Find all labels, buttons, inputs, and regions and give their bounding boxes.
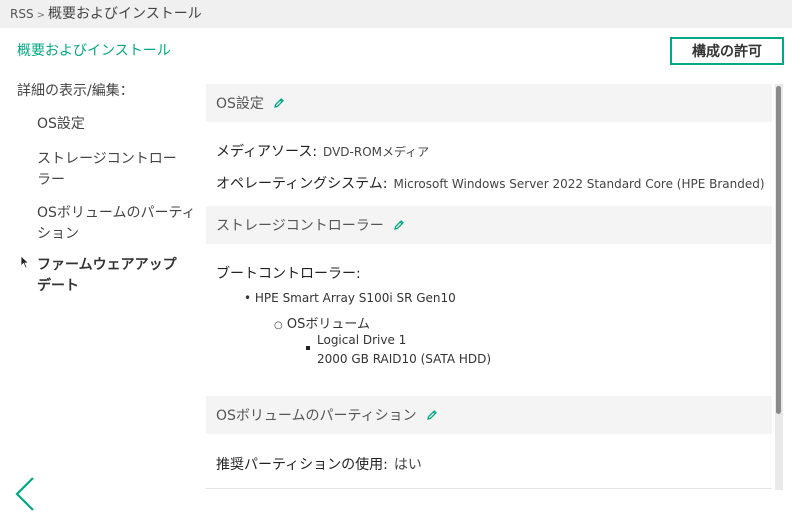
breadcrumb: RSS > 概要およびインストール bbox=[0, 0, 792, 28]
pencil-icon[interactable] bbox=[426, 409, 438, 421]
sidebar-heading: 詳細の表示/編集： bbox=[17, 83, 134, 99]
scrollbar-thumb[interactable] bbox=[776, 86, 781, 414]
boot-controller-label: ブートコントローラー: bbox=[216, 266, 361, 282]
breadcrumb-root[interactable]: RSS bbox=[10, 7, 34, 21]
chevron-left-icon[interactable] bbox=[14, 476, 36, 516]
pencil-icon[interactable] bbox=[273, 97, 285, 109]
scrollbar[interactable] bbox=[775, 84, 783, 490]
bullet-circle-icon: ○ bbox=[274, 320, 283, 331]
mouse-pointer-icon bbox=[20, 254, 30, 273]
operating-system-row: オペレーティングシステム: Microsoft Windows Server 20… bbox=[216, 173, 765, 193]
pencil-icon[interactable] bbox=[393, 219, 405, 231]
divider bbox=[206, 488, 772, 489]
breadcrumb-current: 概要およびインストール bbox=[47, 6, 202, 22]
sidebar-item-storage-controller[interactable]: ストレージコントローラー bbox=[37, 149, 187, 191]
page-title: 概要およびインストール bbox=[17, 43, 171, 59]
controller-list-item: • HPE Smart Array S100i SR Gen10 bbox=[244, 291, 456, 305]
section-title-os-settings: OS設定 bbox=[216, 96, 264, 112]
controller-name: HPE Smart Array S100i SR Gen10 bbox=[254, 291, 456, 305]
recommended-partition-value: はい bbox=[393, 457, 422, 473]
media-source-label: メディアソース: bbox=[216, 144, 318, 160]
media-source-row: メディアソース: DVD-ROMメディア bbox=[216, 141, 429, 161]
media-source-value: DVD-ROMメディア bbox=[323, 145, 430, 159]
bullet-dot-icon: • bbox=[244, 291, 252, 305]
section-header-os-volume-partition: OSボリュームのパーティション bbox=[206, 396, 772, 434]
operating-system-value: Microsoft Windows Server 2022 Standard C… bbox=[393, 177, 765, 191]
section-header-os-settings: OS設定 bbox=[206, 84, 772, 122]
section-title-storage-controller: ストレージコントローラー bbox=[216, 218, 384, 234]
sidebar-item-os-volume-partition[interactable]: OSボリュームのパーティション bbox=[37, 203, 197, 245]
recommended-partition-label: 推奨パーティションの使用: bbox=[216, 457, 388, 473]
recommended-partition-row: 推奨パーティションの使用: はい bbox=[216, 454, 422, 474]
sidebar-item-os-settings[interactable]: OS設定 bbox=[37, 114, 197, 135]
os-volume-label: OSボリューム bbox=[286, 317, 370, 332]
commit-config-button[interactable]: 構成の許可 bbox=[670, 37, 784, 65]
bullet-square-icon bbox=[306, 346, 314, 354]
section-title-os-volume-partition: OSボリュームのパーティション bbox=[216, 408, 417, 424]
os-volume-list-item: ○ OSボリューム bbox=[274, 313, 370, 332]
section-header-storage-controller: ストレージコントローラー bbox=[206, 206, 772, 244]
operating-system-label: オペレーティングシステム: bbox=[216, 176, 388, 192]
logical-drive-name: Logical Drive 1 bbox=[317, 333, 407, 347]
sidebar-item-firmware-update[interactable]: ファームウェアアップデート bbox=[37, 255, 185, 297]
breadcrumb-separator: > bbox=[36, 10, 45, 21]
logical-drive-detail: 2000 GB RAID10 (SATA HDD) bbox=[317, 352, 492, 366]
details-panel: OS設定 メディアソース: DVD-ROMメディア オペレーティングシステム: Mi… bbox=[206, 84, 772, 490]
